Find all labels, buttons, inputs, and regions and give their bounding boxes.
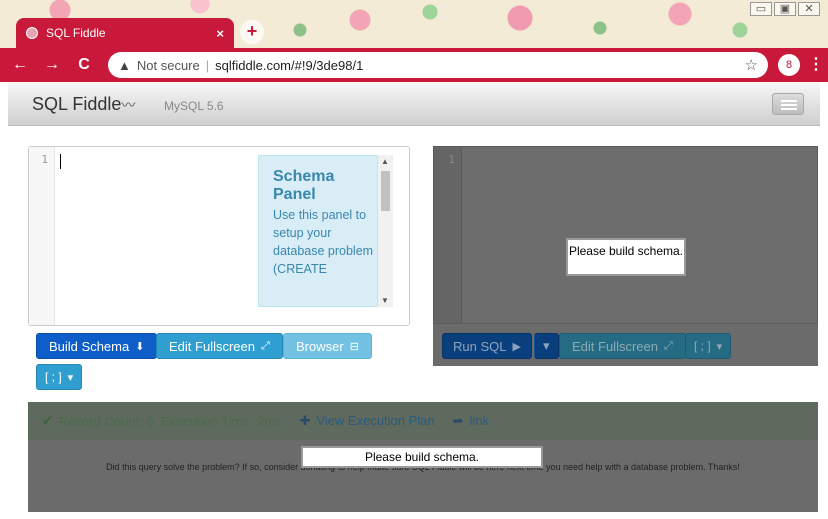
bookmark-star-icon[interactable]: ☆ <box>745 56 758 74</box>
tab-close-icon[interactable]: × <box>216 26 224 41</box>
link-label: link <box>469 413 490 428</box>
tree-icon: ⊟ <box>349 340 359 353</box>
separator-label: [ ; ] <box>694 339 711 353</box>
reload-icon[interactable]: C <box>72 56 96 74</box>
browser-toolbar: ← → C ▲ Not secure | sqlfiddle.com/#!9/3… <box>0 48 828 82</box>
tab-title: SQL Fiddle <box>46 26 106 40</box>
minimize-icon[interactable]: ▭ <box>750 2 772 16</box>
chevron-down-icon: ▾ <box>543 338 550 353</box>
db-version-selector[interactable]: MySQL 5.6 <box>164 99 224 113</box>
browser-menu-icon[interactable]: ⋮ <box>808 54 824 74</box>
play-icon: ▶ <box>512 340 521 353</box>
warning-triangle-icon[interactable]: ▲ <box>118 58 131 73</box>
run-sql-dropdown-button[interactable]: ▾ <box>534 333 559 359</box>
expand-icon: ⤢ <box>260 339 270 352</box>
schema-help-box: Schema Panel Use this panel to setup you… <box>258 155 393 307</box>
forward-icon[interactable]: → <box>40 56 64 74</box>
query-editor[interactable]: 1 <box>433 146 818 324</box>
text-cursor <box>60 154 61 169</box>
download-icon: ⬇ <box>135 340 145 353</box>
share-arrow-icon: ➦ <box>452 413 464 428</box>
query-edit-fullscreen-button[interactable]: Edit Fullscreen ⤢ <box>559 333 686 359</box>
view-execution-plan-link[interactable]: ✚ View Execution Plan <box>299 413 434 429</box>
help-scrollbar[interactable]: ▲ ▼ <box>377 155 393 307</box>
help-text: Use this panel to setup your database pr… <box>273 208 374 276</box>
run-sql-label: Run SQL <box>453 338 507 354</box>
address-bar[interactable]: ▲ Not secure | sqlfiddle.com/#!9/3de98/1… <box>108 52 768 78</box>
results-build-schema-message: Please build schema. <box>301 446 543 468</box>
build-schema-button[interactable]: Build Schema ⬇ <box>36 333 158 359</box>
edit-fullscreen-button[interactable]: Edit Fullscreen ⤢ <box>156 333 283 359</box>
expand-icon: ⤢ <box>663 339 673 352</box>
hamburger-line <box>781 100 797 102</box>
new-tab-button[interactable]: + <box>240 20 264 44</box>
browser-tab[interactable]: SQL Fiddle × <box>16 18 234 48</box>
query-separator-button[interactable]: [ ; ] ▾ <box>685 333 732 359</box>
edit-fullscreen-label: Edit Fullscreen <box>169 338 255 354</box>
schema-editor[interactable]: 1 Schema Panel Use this panel to setup y… <box>28 146 410 326</box>
results-status-bar: ✔ Record Count: 0; Execution Time: 2ms ✚… <box>28 402 818 440</box>
checkmark-icon: ✔ <box>42 413 53 428</box>
fiddle-logo-icon: 〰 <box>121 97 136 113</box>
brand-name: SQL Fiddle <box>32 94 122 114</box>
line-number-gutter: 1 <box>434 147 462 323</box>
run-sql-button[interactable]: Run SQL ▶ <box>442 333 532 359</box>
profile-avatar[interactable]: 8 <box>778 54 800 76</box>
results-panel: ✔ Record Count: 0; Execution Time: 2ms ✚… <box>28 402 818 512</box>
chevron-down-icon: ▾ <box>67 371 74 384</box>
scroll-down-icon[interactable]: ▼ <box>381 296 389 305</box>
scroll-up-icon[interactable]: ▲ <box>381 157 389 166</box>
statement-separator-button[interactable]: [ ; ] ▾ <box>36 364 83 390</box>
brand-link[interactable]: SQL Fiddle〰 <box>32 94 135 115</box>
window-controls: ▭ ▣ ✕ <box>750 2 820 16</box>
query-panel: 1 Please build schema. Run SQL ▶ ▾ Edit F… <box>433 146 818 366</box>
line-number-gutter: 1 <box>29 147 55 325</box>
hamburger-menu-button[interactable] <box>772 93 804 115</box>
close-window-icon[interactable]: ✕ <box>798 2 820 16</box>
app-navbar: SQL Fiddle〰 MySQL 5.6 <box>8 82 820 126</box>
scroll-thumb[interactable] <box>381 171 390 211</box>
separator-label: [ ; ] <box>45 370 62 384</box>
security-status[interactable]: Not secure <box>137 58 200 73</box>
back-icon[interactable]: ← <box>8 56 32 74</box>
maximize-icon[interactable]: ▣ <box>774 2 796 16</box>
favicon-icon <box>26 27 38 39</box>
edit-fullscreen-label: Edit Fullscreen <box>572 338 658 354</box>
record-count-text: Record Count: 0; Execution Time: 2ms <box>58 413 282 429</box>
browser-chrome: SQL Fiddle × + ▭ ▣ ✕ ← → C ▲ Not secure … <box>0 0 828 82</box>
view-plan-label: View Execution Plan <box>316 413 435 428</box>
permalink-link[interactable]: ➦ link <box>453 413 489 429</box>
help-title: Schema Panel <box>273 168 335 203</box>
build-schema-label: Build Schema <box>49 338 130 354</box>
address-separator: | <box>205 57 210 73</box>
browser-button[interactable]: Browser ⊟ <box>283 333 372 359</box>
browser-label: Browser <box>296 338 344 354</box>
plus-icon: ✚ <box>299 413 311 428</box>
url-text[interactable]: sqlfiddle.com/#!9/3de98/1 <box>215 58 363 73</box>
hamburger-line <box>781 104 797 106</box>
hamburger-line <box>781 108 797 110</box>
query-build-schema-message: Please build schema. <box>566 238 686 276</box>
chevron-down-icon: ▾ <box>716 340 723 353</box>
